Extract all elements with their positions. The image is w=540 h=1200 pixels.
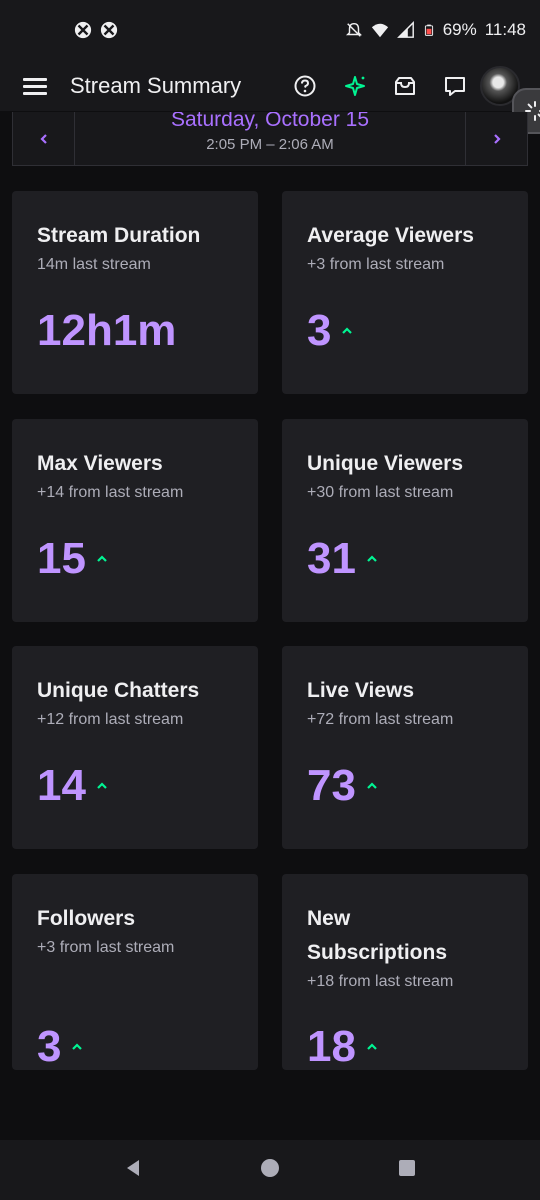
system-navigation-bar bbox=[0, 1140, 540, 1200]
stat-comparison: +14 from last stream bbox=[37, 484, 184, 501]
stat-title: Unique Chatters bbox=[37, 679, 200, 702]
home-button[interactable] bbox=[260, 1158, 280, 1183]
wifi-icon bbox=[371, 23, 388, 38]
stat-comparison: 14m last stream bbox=[37, 256, 151, 273]
xbox-notification-icon bbox=[100, 21, 118, 39]
stat-comparison: +3 from last stream bbox=[37, 939, 175, 956]
stat-comparison: +30 from last stream bbox=[307, 484, 454, 501]
clock: 11:48 bbox=[484, 20, 526, 39]
home-circle-icon bbox=[260, 1158, 279, 1177]
trend-up-icon bbox=[72, 1043, 83, 1050]
xbox-notification-icon bbox=[74, 21, 92, 39]
inbox-icon bbox=[395, 76, 415, 95]
stat-title: Average Viewers bbox=[307, 224, 474, 247]
stat-card-unique-chatters: Unique Chatters +12 from last stream 14 bbox=[12, 646, 258, 849]
trend-up-icon bbox=[342, 327, 353, 334]
stat-value: 18 bbox=[307, 1022, 356, 1070]
stat-title: Unique Viewers bbox=[307, 452, 464, 475]
stat-value: 12h1m bbox=[37, 306, 177, 355]
app-header: Stream Summary bbox=[0, 60, 540, 112]
stat-title: Followers bbox=[37, 907, 136, 930]
stat-comparison: +72 from last stream bbox=[307, 711, 454, 728]
stat-title: Stream Duration bbox=[37, 224, 201, 247]
stat-value: 15 bbox=[37, 534, 86, 583]
stat-title: New Subscriptions bbox=[307, 907, 448, 964]
stat-card-followers: Followers +3 from last stream 3 bbox=[12, 874, 258, 1070]
recents-button[interactable] bbox=[397, 1158, 417, 1183]
whispers-button[interactable] bbox=[430, 60, 480, 112]
stat-title: Max Viewers bbox=[37, 452, 163, 475]
help-icon bbox=[294, 75, 316, 96]
inbox-button[interactable] bbox=[380, 60, 430, 112]
notifications-muted-icon bbox=[345, 22, 362, 37]
back-triangle-icon bbox=[126, 1159, 139, 1176]
signal-icon bbox=[396, 21, 414, 38]
back-button[interactable] bbox=[123, 1158, 143, 1183]
previous-stream-button[interactable] bbox=[13, 112, 75, 165]
sparkle-icon bbox=[345, 75, 365, 96]
stat-card-stream-duration: Stream Duration 14m last stream 12h1m bbox=[12, 191, 258, 394]
stat-title: Live Views bbox=[307, 679, 415, 702]
date-navigator: Saturday, October 15 2:05 PM – 2:06 AM bbox=[12, 112, 528, 166]
page-title: Stream Summary bbox=[70, 72, 242, 98]
battery-icon bbox=[424, 24, 433, 36]
stat-comparison: +3 from last stream bbox=[307, 256, 445, 273]
menu-button[interactable] bbox=[0, 60, 70, 112]
recents-square-icon bbox=[399, 1159, 416, 1176]
sparkle-button[interactable] bbox=[330, 60, 380, 112]
stat-comparison: +12 from last stream bbox=[37, 711, 184, 728]
stat-value: 3 bbox=[307, 306, 332, 355]
trend-up-icon bbox=[367, 1043, 377, 1050]
status-bar: 69% 11:48 bbox=[0, 0, 540, 60]
hamburger-menu-icon bbox=[23, 77, 47, 95]
stat-card-new-subscriptions: New Subscriptions +18 from last stream 1… bbox=[282, 874, 528, 1070]
stat-comparison: +18 from last stream bbox=[307, 973, 454, 990]
help-button[interactable] bbox=[280, 60, 330, 112]
stat-value: 31 bbox=[307, 534, 356, 583]
stat-card-live-views: Live Views +72 from last stream 73 bbox=[282, 646, 528, 849]
stat-card-max-viewers: Max Viewers +14 from last stream 15 bbox=[12, 419, 258, 622]
chat-bubble-icon bbox=[445, 76, 465, 96]
stream-time-range: 2:05 PM – 2:06 AM bbox=[206, 136, 334, 153]
stream-date: Saturday, October 15 bbox=[170, 112, 370, 131]
next-stream-button[interactable] bbox=[465, 112, 527, 165]
battery-level: 69% bbox=[442, 20, 477, 39]
trend-up-icon bbox=[367, 555, 377, 562]
stat-value: 3 bbox=[37, 1022, 62, 1070]
chevron-left-icon bbox=[39, 133, 47, 144]
chevron-right-icon bbox=[493, 133, 501, 144]
trend-up-icon bbox=[97, 782, 107, 789]
stat-card-unique-viewers: Unique Viewers +30 from last stream 31 bbox=[282, 419, 528, 622]
stat-card-average-viewers: Average Viewers +3 from last stream 3 bbox=[282, 191, 528, 394]
stat-value: 14 bbox=[37, 761, 86, 810]
trend-up-icon bbox=[97, 555, 107, 562]
trend-up-icon bbox=[367, 782, 377, 789]
stat-value: 73 bbox=[307, 761, 356, 810]
